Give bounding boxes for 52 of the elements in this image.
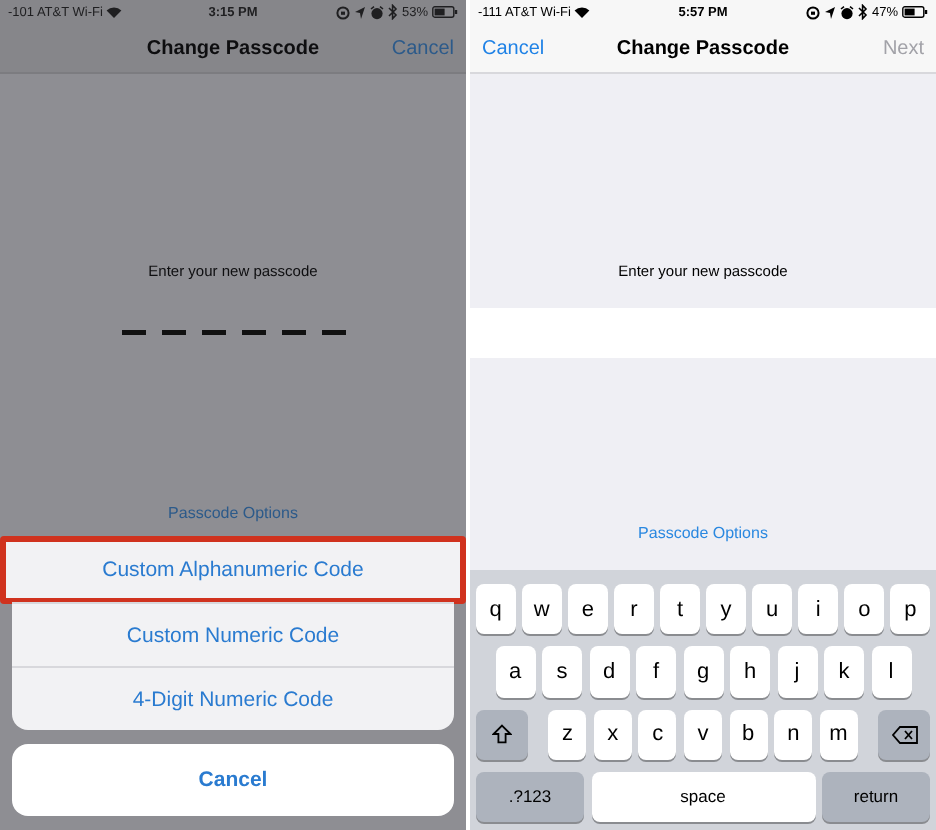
keyboard-key[interactable]: f bbox=[636, 646, 676, 697]
keyboard-key[interactable]: c bbox=[638, 709, 677, 760]
cancel-button[interactable]: Cancel bbox=[12, 744, 454, 816]
keyboard-key[interactable]: d bbox=[589, 646, 629, 697]
keyboard-key[interactable]: u bbox=[752, 584, 792, 635]
alarm-clock-icon bbox=[839, 5, 854, 19]
rotation-lock-icon bbox=[335, 5, 350, 19]
keyboard-key[interactable]: z bbox=[548, 709, 587, 760]
shift-key[interactable] bbox=[475, 709, 528, 760]
keyboard-key[interactable]: e bbox=[568, 584, 608, 635]
keyboard-key[interactable]: y bbox=[706, 584, 746, 635]
alarm-clock-icon bbox=[369, 5, 384, 19]
keyboard-key[interactable]: v bbox=[683, 709, 723, 760]
keyboard-key[interactable]: x bbox=[593, 709, 632, 760]
keyboard-key[interactable]: t bbox=[660, 584, 700, 635]
battery-icon bbox=[432, 6, 458, 18]
bluetooth-icon bbox=[857, 4, 868, 20]
keyboard-key[interactable]: return bbox=[822, 771, 930, 822]
keyboard-key[interactable]: b bbox=[729, 709, 768, 760]
keyboard-key[interactable]: i bbox=[798, 584, 838, 635]
keyboard-key[interactable]: k bbox=[824, 646, 864, 697]
keyboard-key[interactable]: m bbox=[819, 709, 858, 760]
delete-key[interactable] bbox=[878, 709, 931, 760]
keyboard-key[interactable]: w bbox=[522, 584, 562, 635]
wifi-icon bbox=[574, 6, 591, 18]
keyboard-key[interactable]: o bbox=[844, 584, 884, 635]
keyboard-key[interactable]: r bbox=[614, 584, 654, 635]
keyboard-key[interactable]: s bbox=[542, 646, 582, 697]
keyboard-key[interactable]: a bbox=[495, 646, 535, 697]
keyboard-key[interactable]: l bbox=[871, 646, 911, 697]
wifi-icon bbox=[106, 6, 123, 18]
rotation-lock-icon bbox=[805, 5, 820, 19]
keyboard-key[interactable]: .?123 bbox=[476, 771, 584, 822]
sheet-option[interactable]: Custom Alphanumeric Code bbox=[2, 538, 464, 602]
bluetooth-icon bbox=[387, 4, 398, 20]
screen-title: Change Passcode bbox=[616, 37, 790, 59]
sheet-option[interactable]: 4-Digit Numeric Code bbox=[12, 666, 454, 730]
location-arrow-icon bbox=[353, 5, 366, 19]
keyboard-key[interactable]: p bbox=[890, 584, 930, 635]
up-arrow-icon bbox=[491, 724, 512, 745]
keyboard-key[interactable]: g bbox=[683, 646, 723, 697]
keyboard-key[interactable]: j bbox=[777, 646, 817, 697]
space-bar[interactable]: space bbox=[591, 771, 815, 822]
battery-icon bbox=[902, 6, 928, 18]
nav-button[interactable]: Cancel bbox=[482, 37, 545, 59]
sheet-option[interactable]: Custom Numeric Code bbox=[12, 602, 454, 666]
keyboard-key[interactable]: h bbox=[730, 646, 770, 697]
delete-icon bbox=[891, 725, 918, 744]
location-arrow-icon bbox=[823, 5, 836, 19]
keyboard-key[interactable]: n bbox=[774, 709, 813, 760]
keyboard-key[interactable]: q bbox=[476, 584, 516, 635]
screen-title: Change Passcode bbox=[146, 37, 320, 59]
